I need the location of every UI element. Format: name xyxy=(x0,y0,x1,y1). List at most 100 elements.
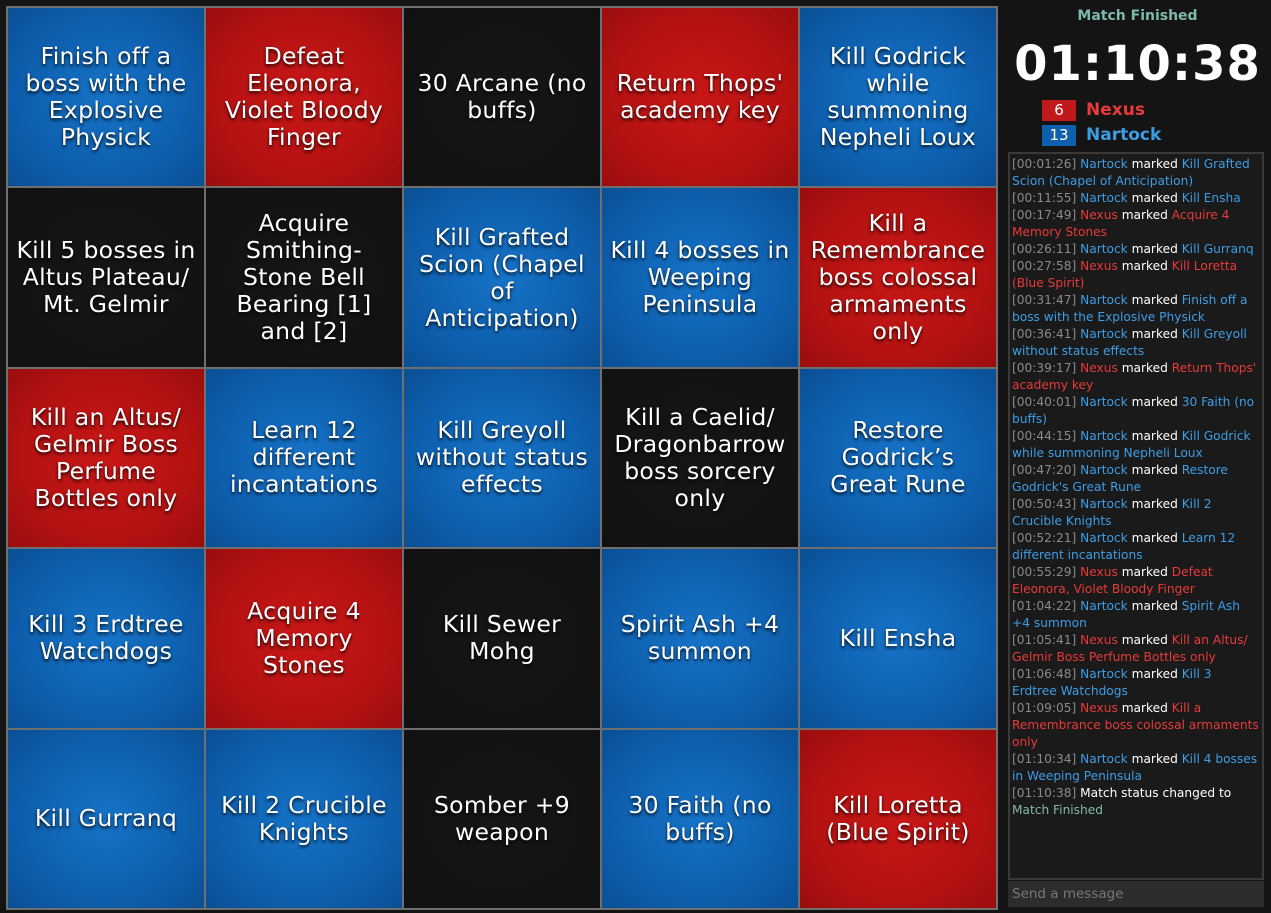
log-entry: [00:55:29] Nexus marked Defeat Eleonora,… xyxy=(1012,564,1260,598)
log-entry: [01:09:05] Nexus marked Kill a Remembran… xyxy=(1012,700,1260,751)
log-action: marked xyxy=(1131,293,1178,307)
log-timestamp: [00:27:58] xyxy=(1012,259,1077,273)
log-action: marked xyxy=(1131,395,1178,409)
log-action: marked xyxy=(1131,497,1178,511)
log-player: Nartock xyxy=(1080,327,1128,341)
log-player: Nartock xyxy=(1080,599,1128,613)
log-timestamp: [00:31:47] xyxy=(1012,293,1077,307)
log-timestamp: [01:10:34] xyxy=(1012,752,1077,766)
log-goal: Kill Gurranq xyxy=(1181,242,1254,256)
player-name: Nexus xyxy=(1086,100,1145,120)
log-timestamp: [00:39:17] xyxy=(1012,361,1077,375)
log-entry: [01:04:22] Nartock marked Spirit Ash +4 … xyxy=(1012,598,1260,632)
player-row-nexus: 6 Nexus xyxy=(1042,99,1145,121)
log-action: marked xyxy=(1121,361,1168,375)
log-entry: [01:10:38] Match status changed to Match… xyxy=(1012,785,1260,819)
log-action: marked xyxy=(1131,191,1178,205)
log-action: marked xyxy=(1121,565,1168,579)
log-timestamp: [01:04:22] xyxy=(1012,599,1077,613)
log-entry: [00:50:43] Nartock marked Kill 2 Crucibl… xyxy=(1012,496,1260,530)
log-player: Nexus xyxy=(1080,565,1118,579)
bingo-square[interactable]: Kill 3 Erdtree Watchdogs xyxy=(8,549,204,728)
log-goal: Match Finished xyxy=(1012,803,1103,817)
log-action: marked xyxy=(1131,531,1178,545)
log-entry: [00:31:47] Nartock marked Finish off a b… xyxy=(1012,292,1260,326)
log-entry: [00:01:26] Nartock marked Kill Grafted S… xyxy=(1012,156,1260,190)
log-player: Nexus xyxy=(1080,361,1118,375)
log-action: marked xyxy=(1121,259,1168,273)
log-entry: [00:36:41] Nartock marked Kill Greyoll w… xyxy=(1012,326,1260,360)
bingo-square[interactable]: Defeat Eleonora, Violet Bloody Finger xyxy=(206,8,402,187)
bingo-square[interactable]: Kill 5 bosses in Altus Plateau/ Mt. Gelm… xyxy=(8,188,204,367)
log-action: marked xyxy=(1131,327,1178,341)
bingo-square[interactable]: Learn 12 different incantations xyxy=(206,368,402,548)
sidebar: Match Finished 01:10:38 6 Nexus 13 Narto… xyxy=(1004,0,1271,913)
bingo-square[interactable]: Restore Godrick’s Great Rune xyxy=(800,368,996,548)
log-entry: [01:10:34] Nartock marked Kill 4 bosses … xyxy=(1012,751,1260,785)
log-entry: [00:39:17] Nexus marked Return Thops' ac… xyxy=(1012,360,1260,394)
log-action: Match status changed to xyxy=(1080,786,1232,800)
log-player: Nexus xyxy=(1080,701,1118,715)
log-player: Nartock xyxy=(1080,752,1128,766)
bingo-square[interactable]: Kill Grafted Scion (Chapel of Anticipati… xyxy=(404,188,600,367)
log-timestamp: [01:05:41] xyxy=(1012,633,1077,647)
message-input[interactable] xyxy=(1008,881,1264,907)
bingo-square[interactable]: Kill an Altus/ Gelmir Boss Perfume Bottl… xyxy=(8,368,204,548)
bingo-square[interactable]: 30 Arcane (no buffs) xyxy=(404,8,600,187)
log-action: marked xyxy=(1121,208,1168,222)
log-action: marked xyxy=(1131,463,1178,477)
log-timestamp: [00:40:01] xyxy=(1012,395,1077,409)
log-player: Nartock xyxy=(1080,429,1128,443)
log-timestamp: [00:17:49] xyxy=(1012,208,1077,222)
match-status: Match Finished xyxy=(1077,8,1198,24)
log-action: marked xyxy=(1121,633,1168,647)
log-player: Nartock xyxy=(1080,157,1128,171)
log-timestamp: [01:10:38] xyxy=(1012,786,1077,800)
bingo-square[interactable]: Acquire Smithing-Stone Bell Bearing [1] … xyxy=(206,188,402,367)
bingo-square[interactable]: Kill Loretta (Blue Spirit) xyxy=(800,729,996,908)
event-log[interactable]: [00:01:26] Nartock marked Kill Grafted S… xyxy=(1008,152,1264,880)
log-entry: [00:52:21] Nartock marked Learn 12 diffe… xyxy=(1012,530,1260,564)
log-timestamp: [00:36:41] xyxy=(1012,327,1077,341)
log-entry: [00:27:58] Nexus marked Kill Loretta (Bl… xyxy=(1012,258,1260,292)
log-action: marked xyxy=(1131,667,1178,681)
bingo-square[interactable]: Kill Greyoll without status effects xyxy=(404,368,600,548)
bingo-board: Finish off a boss with the Explosive Phy… xyxy=(6,6,998,910)
bingo-square[interactable]: Kill a Caelid/ Dragonbarrow boss sorcery… xyxy=(602,368,798,548)
log-timestamp: [01:06:48] xyxy=(1012,667,1077,681)
log-player: Nartock xyxy=(1080,395,1128,409)
log-entry: [00:47:20] Nartock marked Restore Godric… xyxy=(1012,462,1260,496)
bingo-square[interactable]: Acquire 4 Memory Stones xyxy=(206,549,402,728)
log-player: Nartock xyxy=(1080,242,1128,256)
bingo-square[interactable]: Somber +9 weapon xyxy=(404,729,600,908)
log-timestamp: [00:47:20] xyxy=(1012,463,1077,477)
log-timestamp: [00:55:29] xyxy=(1012,565,1077,579)
bingo-square[interactable]: 30 Faith (no buffs) xyxy=(602,729,798,908)
log-timestamp: [00:26:11] xyxy=(1012,242,1077,256)
bingo-square[interactable]: Return Thops' academy key xyxy=(602,8,798,187)
bingo-square[interactable]: Kill a Remembrance boss colossal armamen… xyxy=(800,188,996,367)
bingo-square[interactable]: Kill Ensha xyxy=(800,549,996,728)
bingo-square[interactable]: Spirit Ash +4 summon xyxy=(602,549,798,728)
player-name: Nartock xyxy=(1086,125,1162,145)
player-row-nartock: 13 Nartock xyxy=(1042,124,1161,146)
log-timestamp: [00:50:43] xyxy=(1012,497,1077,511)
log-entry: [00:17:49] Nexus marked Acquire 4 Memory… xyxy=(1012,207,1260,241)
log-entry: [00:11:55] Nartock marked Kill Ensha xyxy=(1012,190,1260,207)
bingo-square[interactable]: Kill Godrick while summoning Nepheli Lou… xyxy=(800,8,996,187)
log-timestamp: [01:09:05] xyxy=(1012,701,1077,715)
bingo-square[interactable]: Kill 4 bosses in Weeping Peninsula xyxy=(602,188,798,367)
bingo-square[interactable]: Finish off a boss with the Explosive Phy… xyxy=(8,8,204,187)
log-timestamp: [00:44:15] xyxy=(1012,429,1077,443)
log-player: Nexus xyxy=(1080,259,1118,273)
log-action: marked xyxy=(1121,701,1168,715)
log-entry: [01:06:48] Nartock marked Kill 3 Erdtree… xyxy=(1012,666,1260,700)
log-player: Nartock xyxy=(1080,463,1128,477)
player-score: 13 xyxy=(1042,124,1076,146)
log-action: marked xyxy=(1131,752,1178,766)
bingo-square[interactable]: Kill Sewer Mohg xyxy=(404,549,600,728)
log-goal: Kill Ensha xyxy=(1181,191,1241,205)
bingo-square[interactable]: Kill Gurranq xyxy=(8,729,204,908)
bingo-square[interactable]: Kill 2 Crucible Knights xyxy=(206,729,402,908)
log-action: marked xyxy=(1131,157,1178,171)
